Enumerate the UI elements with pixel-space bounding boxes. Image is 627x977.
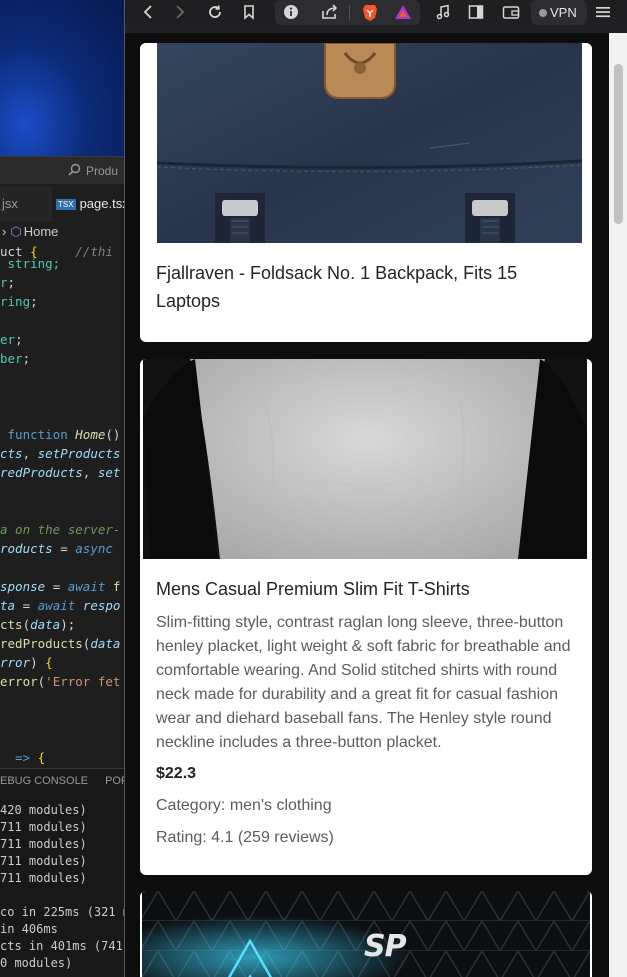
code-line: sponse = await f	[0, 579, 121, 594]
product-card[interactable]: SP	[140, 891, 592, 977]
terminal-line: 711 modules)	[0, 854, 87, 868]
code-line: r;	[0, 275, 16, 290]
media-icon[interactable]	[433, 2, 453, 23]
info-icon[interactable]	[281, 2, 301, 23]
bookmark-icon[interactable]	[240, 2, 258, 23]
product-image-backpack	[140, 43, 592, 243]
panel-tabs: EBUG CONSOLE PORT	[0, 775, 125, 787]
breadcrumb-item[interactable]: Home	[24, 224, 59, 239]
bottom-panel: EBUG CONSOLE PORT 420 modules) 711 module…	[0, 768, 125, 977]
chevron-right-icon: ›	[2, 224, 7, 239]
code-line: a on the server-	[0, 522, 121, 537]
editor-tab-label: jsx	[2, 196, 18, 211]
code-line: redProducts(data	[0, 636, 121, 651]
share-icon[interactable]	[320, 2, 340, 23]
vpn-label: VPN	[550, 5, 577, 20]
code-line: roducts = async	[0, 541, 113, 556]
code-line: cts, setProducts	[0, 446, 121, 461]
forward-icon[interactable]	[171, 2, 189, 23]
tab-ports[interactable]: PORT	[105, 775, 125, 787]
desktop-wallpaper	[0, 0, 125, 156]
brave-rewards-icon[interactable]	[393, 2, 413, 23]
breadcrumb: › ⬡ Home	[0, 222, 125, 242]
editor-tab-page-tsx[interactable]: TSX page.tsx	[52, 186, 125, 222]
background-editor: Produ jsx TSX page.tsx › ⬡ Home uct { //thi…	[0, 0, 125, 977]
vpn-status-icon	[539, 9, 547, 17]
brave-shield-icon[interactable]	[360, 2, 380, 23]
terminal-output: 420 modules) 711 modules) 711 modules) 711 …	[0, 803, 125, 973]
browser-window: VPN Fjallraven - Foldsack No. 1 Backpack…	[124, 0, 627, 977]
terminal-line: 420 modules)	[0, 803, 87, 817]
code-line: redProducts, set	[0, 465, 121, 480]
editor-search-bar[interactable]: Produ	[0, 156, 125, 184]
product-title[interactable]: Fjallraven - Foldsack No. 1 Backpack, Fi…	[156, 259, 576, 315]
product-title[interactable]: Mens Casual Premium Slim Fit T-Shirts	[156, 575, 576, 603]
reload-icon[interactable]	[205, 2, 225, 23]
tab-debug-console[interactable]: EBUG CONSOLE	[0, 775, 88, 787]
terminal-line: 0 modules)	[0, 956, 73, 970]
tsx-file-icon: TSX	[56, 199, 76, 210]
product-description: Slim-fitting style, contrast raglan long…	[156, 614, 571, 751]
terminal-line: 711 modules)	[0, 820, 87, 834]
product-image-raglan-tshirt	[140, 359, 592, 559]
code-line: => {	[15, 750, 46, 765]
cube-icon: ⬡	[10, 224, 22, 239]
terminal-line: 711 modules)	[0, 837, 87, 851]
sidebar-icon[interactable]	[466, 2, 486, 23]
search-icon	[68, 163, 81, 179]
vpn-button[interactable]: VPN	[531, 0, 587, 25]
menu-icon[interactable]	[593, 2, 613, 23]
editor-tab-label: page.tsx	[79, 196, 125, 211]
product-rating: Rating: 4.1 (259 reviews)	[156, 829, 334, 846]
product-card[interactable]: Fjallraven - Foldsack No. 1 Backpack, Fi…	[140, 43, 592, 342]
back-icon[interactable]	[139, 2, 157, 23]
code-line: rror) {	[0, 655, 53, 670]
toolbar-divider	[349, 5, 350, 20]
product-category: Category: men's clothing	[156, 797, 332, 814]
sp-logo: SP	[364, 929, 407, 964]
editor-search-text: Produ	[86, 164, 119, 178]
terminal-line: cts in 401ms (741	[0, 939, 123, 953]
terminal-line: in 406ms	[0, 922, 58, 936]
wallet-icon[interactable]	[500, 2, 522, 23]
terminal-line: co in 225ms (321 m	[0, 905, 125, 919]
code-line: cts(data);	[0, 617, 76, 632]
product-image-silicon-power-drive: SP	[140, 891, 592, 977]
code-line: function Home()	[7, 427, 121, 442]
code-editor[interactable]: uct { //thi string; r; ring; er; ber; functi…	[0, 242, 125, 767]
page-scrollbar[interactable]	[609, 33, 627, 977]
browser-toolbar: VPN	[125, 0, 627, 25]
product-card[interactable]: Mens Casual Premium Slim Fit T-Shirts Sl…	[140, 359, 592, 875]
terminal-line: 711 modules)	[0, 871, 87, 885]
code-line: ta = await respo	[0, 598, 121, 613]
page-viewport[interactable]: Fjallraven - Foldsack No. 1 Backpack, Fi…	[125, 33, 627, 977]
code-line: er;	[0, 332, 23, 347]
code-line: error('Error fet	[0, 674, 121, 689]
code-line: ber;	[0, 351, 31, 366]
code-line: string;	[0, 256, 61, 271]
scrollbar-thumb[interactable]	[614, 64, 623, 224]
code-line: ring;	[0, 294, 38, 309]
product-price: $22.3	[156, 765, 197, 782]
editor-tabs: jsx TSX page.tsx	[0, 186, 125, 222]
editor-tab-jsx[interactable]: jsx	[0, 186, 52, 222]
